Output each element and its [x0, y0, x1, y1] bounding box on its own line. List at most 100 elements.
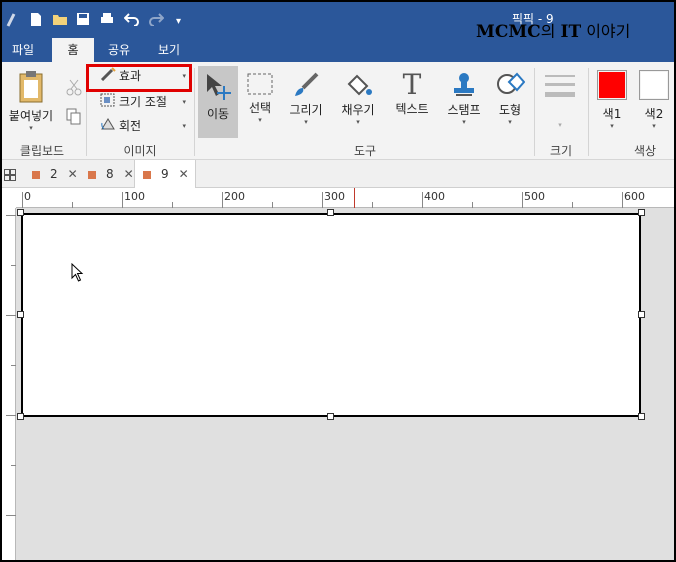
stamp-label: 스탬프 [447, 103, 481, 117]
resize-handle[interactable] [17, 413, 24, 420]
color1-label: 색1 [602, 107, 622, 121]
group-label-clipboard: 클립보드 [19, 144, 65, 158]
tab-view[interactable]: 보기 [148, 38, 190, 62]
group-label-size: 크기 [549, 144, 573, 158]
ruler-ticks [22, 188, 623, 208]
horizontal-ruler: 0 100 200 300 400 500 600 [16, 188, 674, 208]
text-label: 텍스트 [395, 102, 429, 116]
open-folder-icon[interactable] [52, 12, 68, 26]
chevron-down-icon: ▾ [610, 122, 614, 130]
rotate-button[interactable]: 회전 ▾ [100, 116, 186, 136]
ruler-label: 400 [424, 190, 445, 203]
tab-file[interactable]: 파일 [2, 38, 44, 62]
ruler-label: 200 [224, 190, 245, 203]
separator [194, 68, 195, 156]
print-icon[interactable] [100, 12, 114, 26]
tab-home[interactable]: 홈 [52, 38, 94, 62]
text-button[interactable]: T 텍스트 [390, 70, 434, 117]
stamp-button[interactable]: 스탬프 ▾ [442, 72, 486, 126]
workspace [16, 208, 674, 560]
customize-toolbar-icon[interactable]: ▾ [176, 14, 181, 30]
brush-icon [295, 72, 319, 96]
app-window: ▾ 픽픽 - 9 MCMC의 IT 이야기 파일 홈 공유 보기 붙여넣기 ▾ … [0, 0, 676, 562]
chevron-down-icon: ▾ [356, 118, 360, 126]
ruler-label: 300 [324, 190, 345, 203]
shape-label: 도형 [498, 103, 522, 117]
menu-tabs: 파일 홈 공유 보기 [2, 38, 674, 62]
resize-handle[interactable] [17, 311, 24, 318]
size-button[interactable]: ▾ [540, 72, 580, 129]
close-icon[interactable]: ✕ [68, 167, 78, 181]
line-width-icon [545, 75, 575, 97]
app-icon [6, 12, 16, 28]
resize-button[interactable]: 크기 조절 ▾ [100, 92, 186, 112]
document-tab[interactable]: 8 ✕ [88, 160, 134, 188]
chevron-down-icon: ▾ [182, 122, 186, 130]
color2-swatch-frame [639, 70, 669, 100]
color2-button[interactable]: 색2 ▾ [636, 70, 672, 130]
resize-handle[interactable] [638, 209, 645, 216]
shapes-icon [497, 72, 526, 94]
rotate-label: 회전 [119, 119, 142, 133]
select-label: 선택 [248, 101, 272, 115]
paste-button[interactable]: 붙여넣기 ▾ [8, 70, 54, 132]
document-tab-active[interactable]: 9 ✕ [134, 160, 196, 188]
resize-handle[interactable] [638, 311, 645, 318]
paste-dropdown-icon: ▾ [29, 124, 33, 132]
close-icon[interactable]: ✕ [179, 167, 189, 181]
resize-handle[interactable] [327, 413, 334, 420]
vertical-ruler [2, 208, 16, 560]
undo-icon[interactable] [124, 12, 140, 26]
close-icon[interactable]: ✕ [124, 167, 134, 181]
document-tab[interactable]: 2 ✕ [32, 160, 78, 188]
redo-icon[interactable] [148, 12, 164, 26]
select-icon [247, 73, 273, 95]
document-tab-label: 9 [161, 167, 169, 181]
text-tool-icon: T [402, 68, 422, 101]
resize-handle[interactable] [17, 209, 24, 216]
separator [534, 68, 535, 156]
tab-share[interactable]: 공유 [98, 38, 140, 62]
color1-button[interactable]: 색1 ▾ [594, 70, 630, 130]
title-bar: ▾ 픽픽 - 9 MCMC의 IT 이야기 [2, 2, 674, 42]
group-label-tools: 도구 [353, 144, 377, 158]
color2-swatch [641, 72, 667, 98]
chevron-down-icon: ▾ [508, 118, 512, 126]
shape-button[interactable]: 도형 ▾ [492, 72, 528, 126]
paint-bucket-icon [347, 74, 372, 96]
rotate-icon [100, 117, 116, 137]
vruler-ticks [6, 215, 16, 516]
grid-view-icon[interactable] [4, 160, 16, 188]
move-button[interactable]: 이동 [198, 66, 238, 138]
chevron-down-icon: ▾ [304, 118, 308, 126]
tab-marker [88, 170, 96, 179]
resize-handle[interactable] [327, 209, 334, 216]
tab-marker [32, 170, 40, 179]
chevron-down-icon: ▾ [182, 98, 186, 106]
resize-label: 크기 조절 [119, 95, 167, 109]
image-canvas[interactable] [21, 213, 641, 417]
select-button[interactable]: 선택 ▾ [242, 72, 278, 124]
chevron-down-icon: ▾ [258, 116, 262, 124]
group-label-image: 이미지 [123, 144, 157, 158]
ruler-label: 600 [624, 190, 645, 203]
chevron-down-icon: ▾ [652, 122, 656, 130]
resize-handle[interactable] [638, 413, 645, 420]
new-file-icon[interactable] [30, 12, 42, 27]
cut-icon[interactable] [66, 78, 82, 99]
tab-marker [143, 170, 151, 179]
color1-swatch [599, 72, 625, 98]
document-tab-label: 2 [50, 167, 58, 181]
ruler-label: 100 [124, 190, 145, 203]
resize-icon [100, 93, 116, 113]
move-icon [207, 74, 231, 100]
document-tab-label: 8 [106, 167, 114, 181]
save-icon[interactable] [76, 12, 90, 26]
fill-button[interactable]: 채우기 ▾ [336, 72, 380, 126]
clipboard-icon [19, 71, 43, 103]
copy-icon[interactable] [66, 108, 82, 129]
draw-button[interactable]: 그리기 ▾ [286, 72, 326, 126]
move-label: 이동 [206, 107, 230, 121]
highlight-box [86, 64, 192, 92]
document-tabs: 2 ✕ 8 ✕ 9 ✕ [2, 160, 674, 188]
